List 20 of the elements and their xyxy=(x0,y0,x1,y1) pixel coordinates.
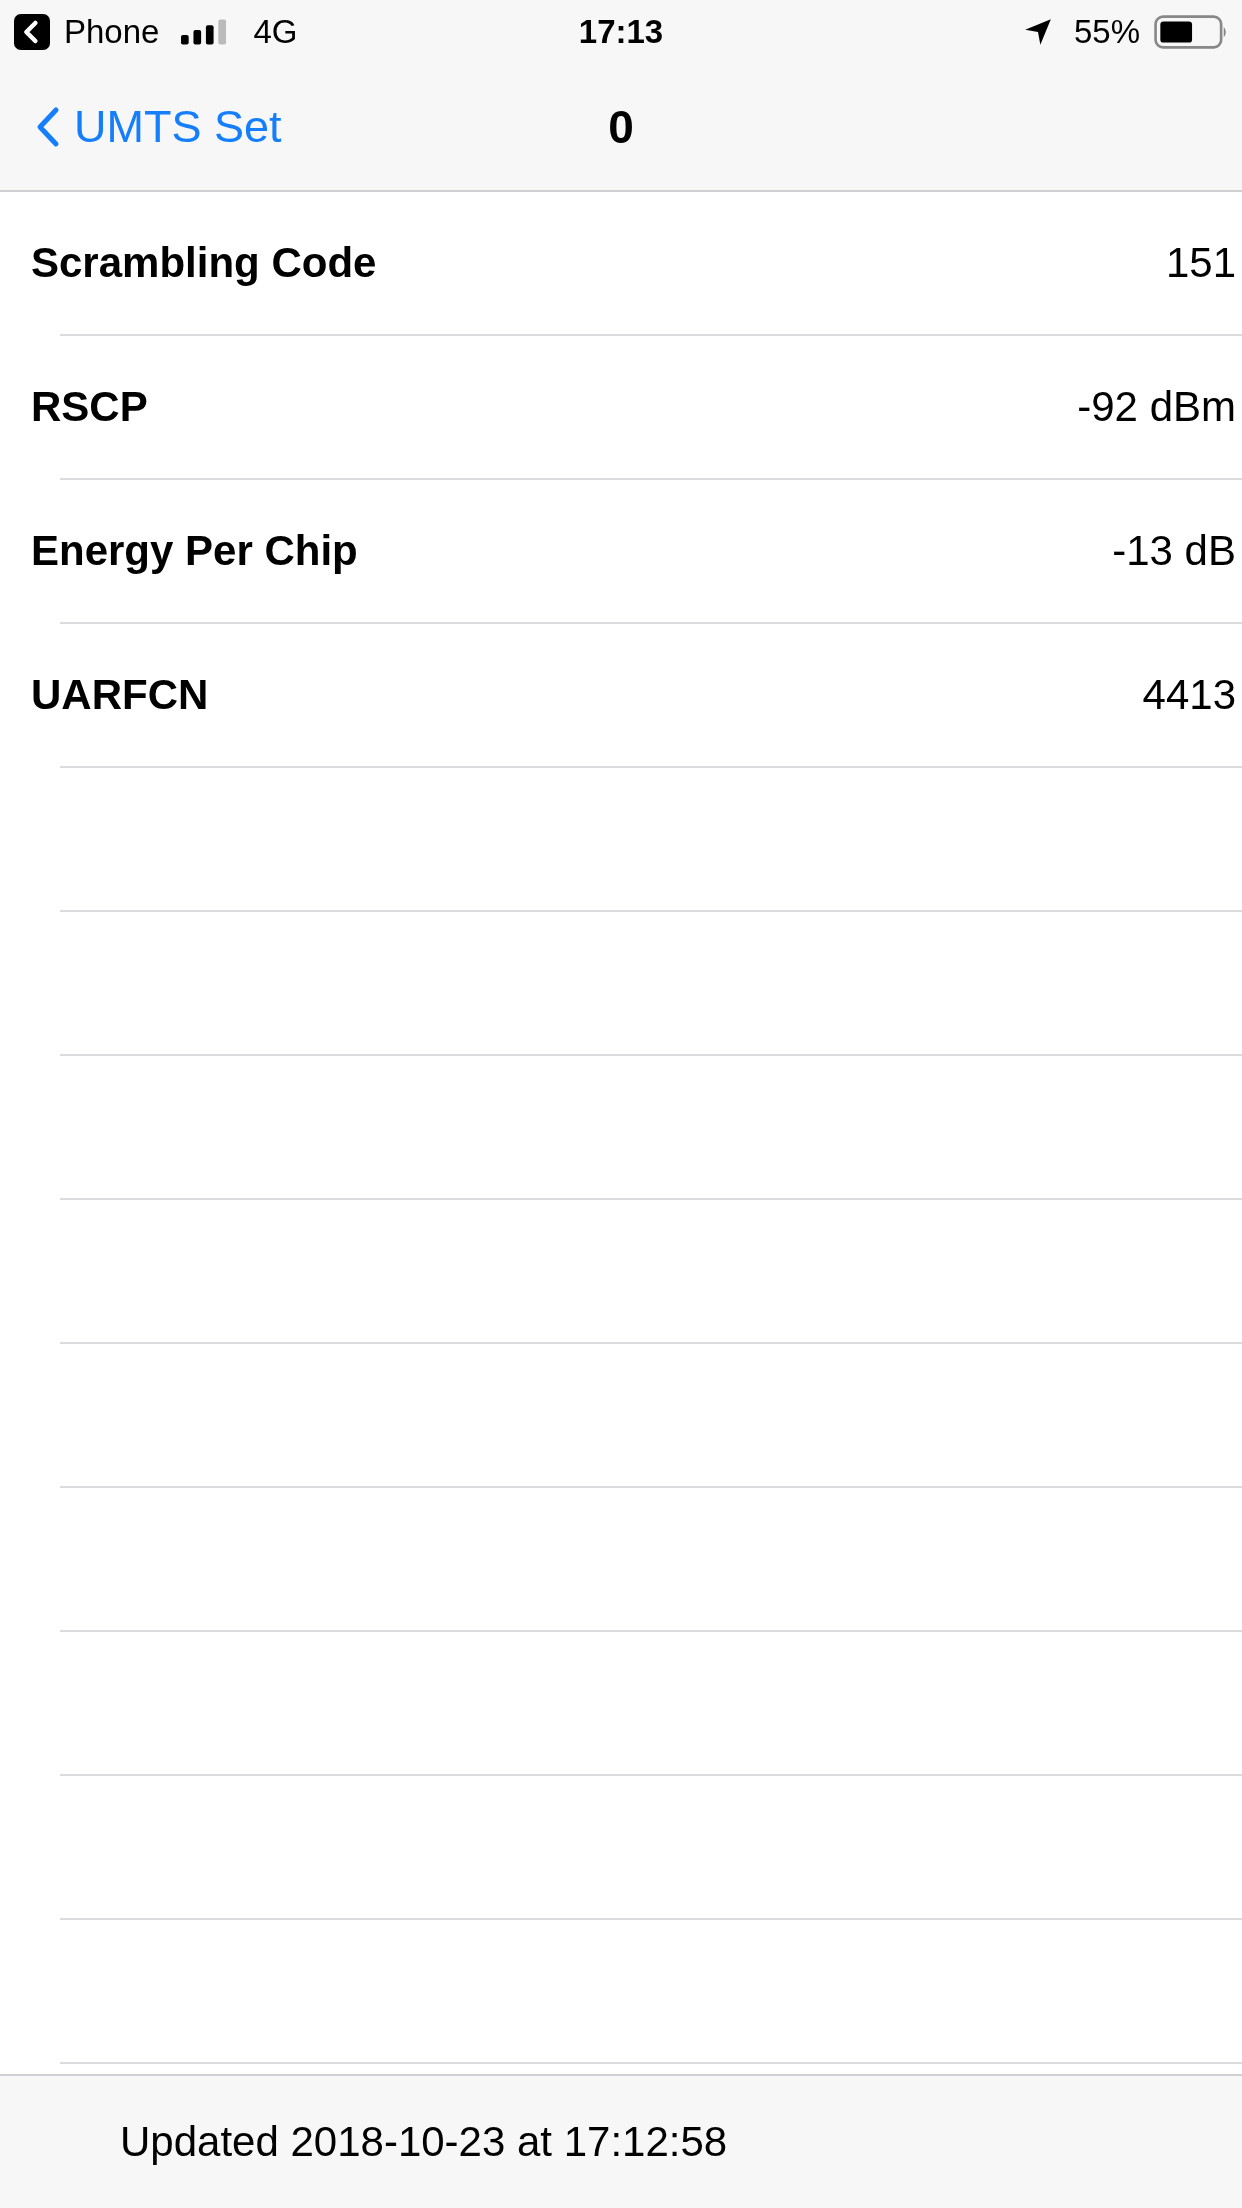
battery-percent: 55% xyxy=(1073,13,1140,51)
battery-icon xyxy=(1154,15,1228,49)
row-label: Energy Per Chip xyxy=(31,527,358,575)
nav-title: 0 xyxy=(608,100,634,154)
network-type: 4G xyxy=(253,13,298,51)
row-label: UARFCN xyxy=(31,671,209,719)
row-value: 4413 xyxy=(1142,671,1236,719)
row-value: 151 xyxy=(1165,239,1236,287)
updated-timestamp: Updated 2018-10-23 at 17:12:58 xyxy=(120,2118,728,2166)
back-chevron-icon xyxy=(36,106,60,148)
row-value: -13 dB xyxy=(1112,527,1236,575)
back-app-label[interactable]: Phone xyxy=(64,13,160,51)
back-app-icon[interactable] xyxy=(14,14,50,50)
row-value: -92 dBm xyxy=(1077,383,1236,431)
row-label: Scrambling Code xyxy=(31,239,377,287)
clock: 17:13 xyxy=(578,13,664,51)
row-label: RSCP xyxy=(31,383,148,431)
back-button[interactable]: UMTS Set xyxy=(0,87,282,167)
signal-icon xyxy=(181,19,228,45)
location-arrow-icon xyxy=(1023,18,1052,46)
